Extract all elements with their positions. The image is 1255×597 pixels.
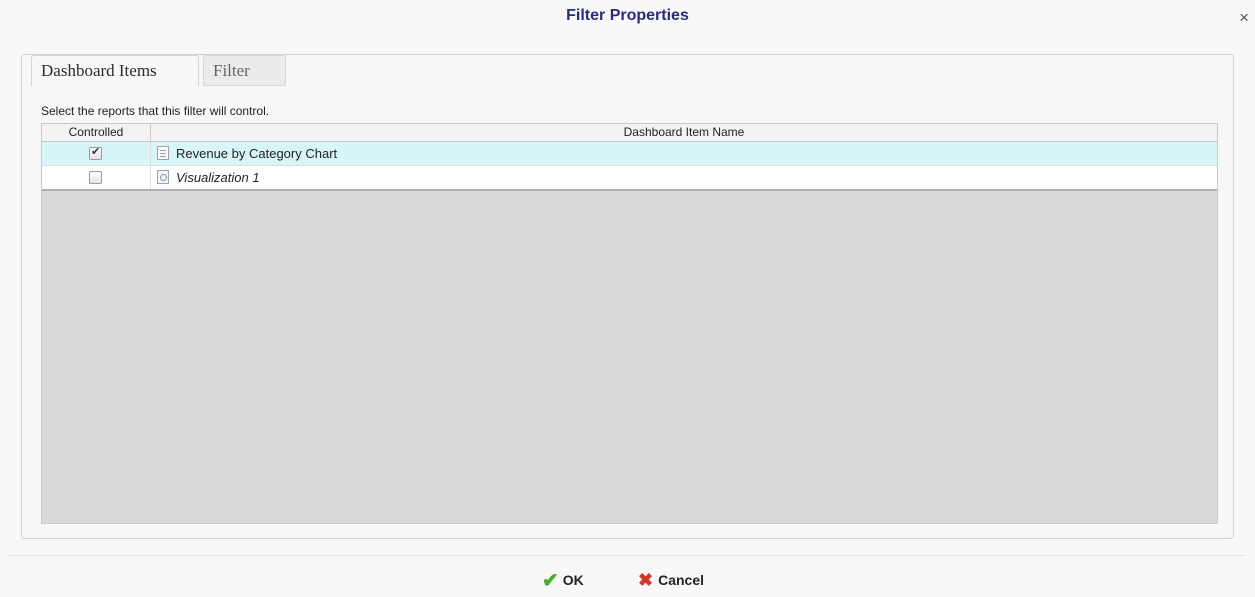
- table-row[interactable]: ✔ Revenue by Category Chart: [42, 142, 1217, 166]
- grid-header: Controlled Dashboard Item Name: [42, 124, 1217, 142]
- controlled-cell: ✔: [42, 142, 151, 165]
- dialog-footer: ✔ OK ✖ Cancel: [0, 566, 1255, 594]
- controlled-checkbox[interactable]: [89, 171, 102, 184]
- grid-empty-area: [42, 192, 1217, 523]
- cancel-button-label: Cancel: [658, 572, 705, 588]
- controlled-cell: [42, 166, 151, 189]
- title-bar: Filter Properties ×: [0, 0, 1255, 34]
- report-icon: [157, 146, 169, 160]
- ok-button[interactable]: ✔ OK: [542, 568, 584, 592]
- item-name: Visualization 1: [176, 170, 260, 185]
- filter-properties-dialog: Filter Properties × Dashboard Items Filt…: [0, 0, 1255, 597]
- column-header-item-name[interactable]: Dashboard Item Name: [151, 124, 1217, 141]
- footer-divider: [9, 555, 1246, 556]
- tab-filter[interactable]: Filter: [203, 55, 286, 86]
- instructions-text: Select the reports that this filter will…: [41, 104, 270, 118]
- item-name: Revenue by Category Chart: [176, 146, 338, 161]
- cross-icon: ✖: [638, 570, 654, 590]
- checkmark-icon: ✔: [542, 570, 559, 592]
- tab-panel: Dashboard Items Filter Select the report…: [21, 54, 1234, 539]
- controlled-checkbox[interactable]: ✔: [89, 146, 102, 160]
- ok-button-label: OK: [562, 572, 584, 588]
- visualization-icon: [157, 170, 169, 184]
- dialog-title: Filter Properties: [566, 7, 689, 24]
- cancel-button[interactable]: ✖ Cancel: [638, 568, 704, 592]
- checkmark-icon: ✔: [91, 146, 101, 158]
- tab-dashboard-items[interactable]: Dashboard Items: [31, 55, 199, 86]
- dashboard-items-grid: Controlled Dashboard Item Name ✔ Revenue…: [41, 123, 1218, 524]
- column-header-controlled[interactable]: Controlled: [42, 124, 151, 141]
- table-row[interactable]: Visualization 1: [42, 166, 1217, 191]
- close-icon[interactable]: ×: [1239, 9, 1249, 26]
